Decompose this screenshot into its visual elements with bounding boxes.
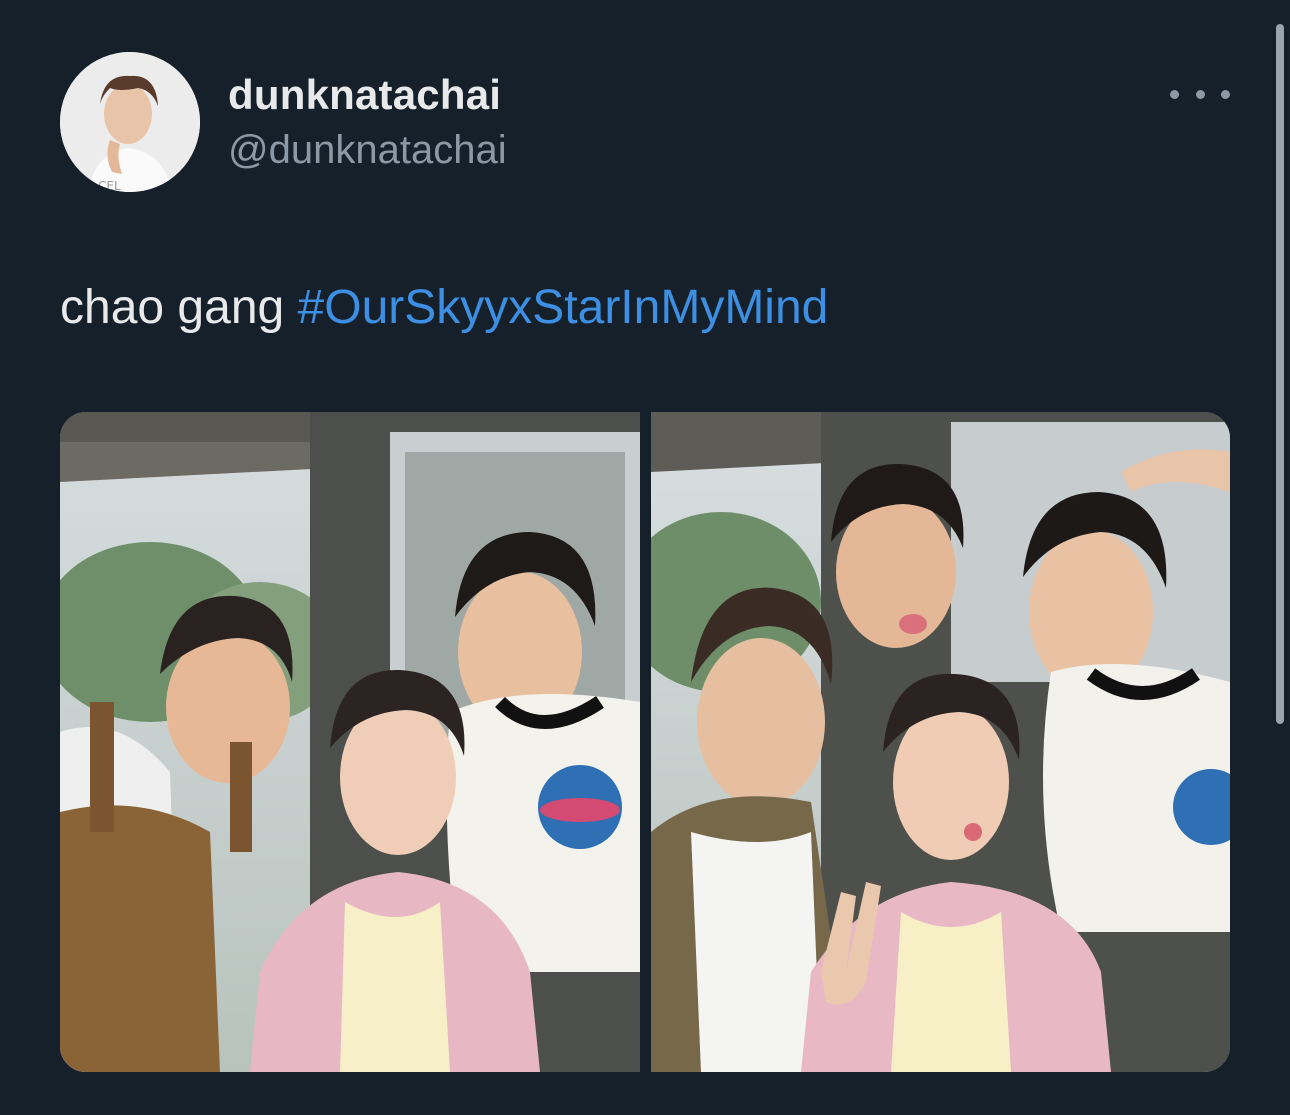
more-dot-icon	[1170, 89, 1179, 99]
tweet-body: chao gang	[60, 281, 285, 334]
user-handle[interactable]: @dunknatachai	[228, 122, 507, 178]
group-selfie-image	[60, 412, 640, 1072]
avatar-image: CEL	[60, 52, 200, 192]
group-selfie-image	[651, 412, 1230, 1072]
tweet-header: CEL dunknatachai @dunknatachai	[60, 52, 1230, 192]
photo-1[interactable]	[60, 412, 640, 1072]
hashtag-link[interactable]: #OurSkyyxStarInMyMind	[298, 281, 829, 334]
avatar[interactable]: CEL	[60, 52, 200, 192]
more-options-button[interactable]	[1170, 76, 1230, 112]
user-names: dunknatachai @dunknatachai	[228, 70, 507, 178]
media-grid	[60, 412, 1230, 1072]
tweet-text: chao gang #OurSkyyxStarInMyMind	[60, 278, 828, 338]
scrollbar[interactable]	[1276, 24, 1284, 724]
photo-2[interactable]	[651, 412, 1230, 1072]
more-dot-icon	[1221, 89, 1230, 99]
display-name[interactable]: dunknatachai	[228, 70, 507, 120]
tweet-page: CEL dunknatachai @dunknatachai chao gang…	[0, 0, 1290, 1115]
svg-text:CEL: CEL	[98, 179, 121, 192]
more-dot-icon	[1195, 89, 1205, 99]
